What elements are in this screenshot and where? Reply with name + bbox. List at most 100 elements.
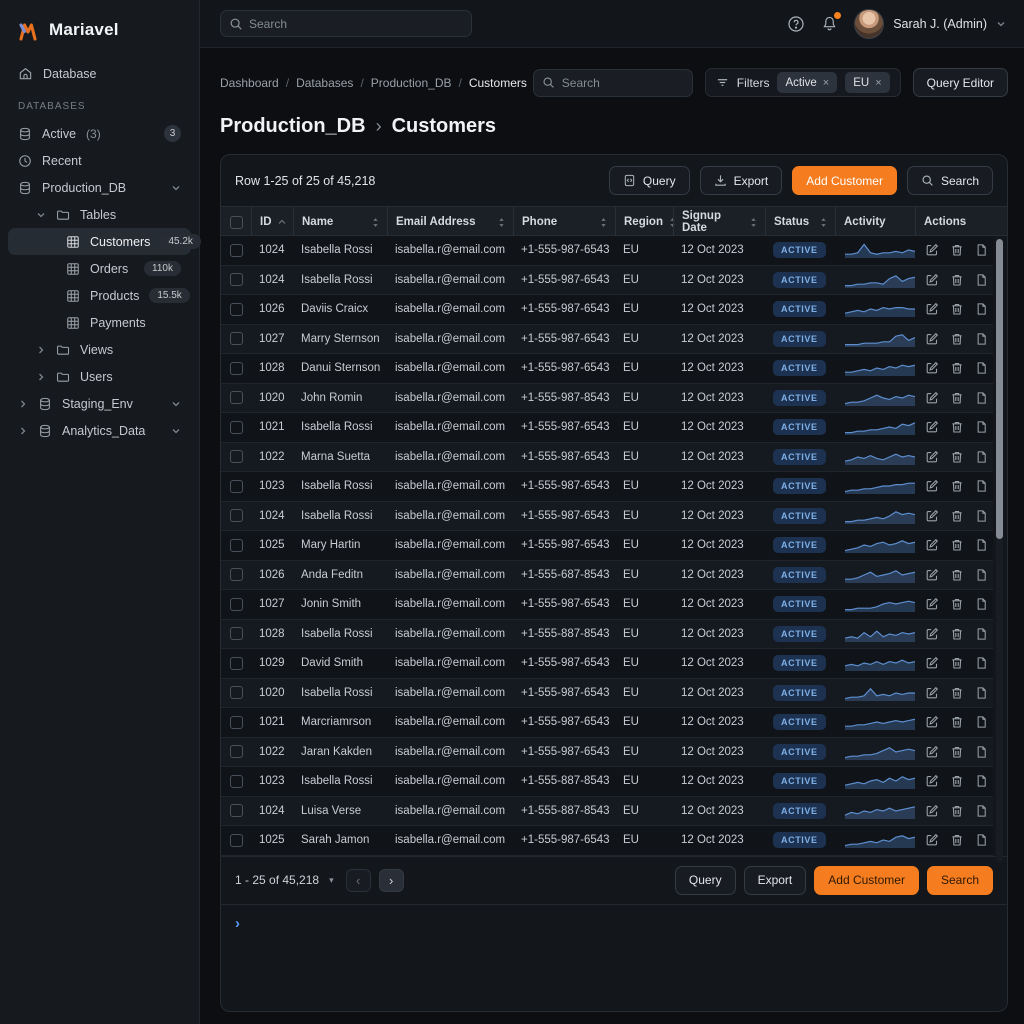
sidebar-item-recent[interactable]: Recent — [8, 147, 191, 174]
file-button[interactable] — [975, 538, 988, 552]
export-button[interactable]: Export — [700, 166, 783, 195]
column-header-id[interactable]: ID — [251, 207, 293, 237]
file-button[interactable] — [975, 420, 988, 434]
edit-button[interactable] — [925, 420, 939, 434]
sidebar-item-users[interactable]: Users — [8, 363, 191, 390]
delete-button[interactable] — [950, 568, 964, 582]
delete-button[interactable] — [950, 450, 964, 464]
filter-chip-active[interactable]: Active × — [777, 72, 837, 93]
file-button[interactable] — [975, 302, 988, 316]
file-button[interactable] — [975, 656, 988, 670]
edit-button[interactable] — [925, 686, 939, 700]
row-checkbox[interactable] — [230, 568, 243, 581]
edit-button[interactable] — [925, 391, 939, 405]
delete-button[interactable] — [950, 538, 964, 552]
row-checkbox[interactable] — [230, 598, 243, 611]
edit-button[interactable] — [925, 774, 939, 788]
delete-button[interactable] — [950, 745, 964, 759]
file-button[interactable] — [975, 273, 988, 287]
add-customer-button[interactable]: Add Customer — [792, 166, 897, 195]
chevron-down-icon[interactable] — [36, 210, 46, 220]
sort-both-icon[interactable] — [498, 217, 505, 228]
sidebar-item-database[interactable]: Database — [8, 60, 191, 87]
select-all-checkbox[interactable] — [230, 216, 243, 229]
row-checkbox[interactable] — [230, 450, 243, 463]
chevron-right-icon[interactable] — [18, 399, 28, 409]
delete-button[interactable] — [950, 627, 964, 641]
delete-button[interactable] — [950, 479, 964, 493]
edit-button[interactable] — [925, 568, 939, 582]
sort-both-icon[interactable] — [600, 217, 607, 228]
sidebar-item-production-db[interactable]: Production_DB — [8, 174, 191, 201]
export-button-bottom[interactable]: Export — [744, 866, 807, 895]
column-header-phone[interactable]: Phone — [513, 207, 615, 237]
next-page-button[interactable]: › — [379, 869, 404, 892]
query-button-bottom[interactable]: Query — [675, 866, 736, 895]
chevron-down-icon[interactable] — [171, 426, 181, 436]
row-checkbox[interactable] — [230, 745, 243, 758]
file-button[interactable] — [975, 361, 988, 375]
search-button-bottom[interactable]: Search — [927, 866, 993, 895]
file-button[interactable] — [975, 332, 988, 346]
edit-button[interactable] — [925, 597, 939, 611]
pagination-range[interactable]: 1 - 25 of 45,218 — [235, 873, 319, 887]
edit-button[interactable] — [925, 450, 939, 464]
column-header-name[interactable]: Name — [293, 207, 387, 237]
filters-group[interactable]: Filters Active × EU × — [705, 68, 901, 97]
delete-button[interactable] — [950, 243, 964, 257]
sort-both-icon[interactable] — [820, 217, 827, 228]
delete-button[interactable] — [950, 804, 964, 818]
edit-button[interactable] — [925, 804, 939, 818]
delete-button[interactable] — [950, 774, 964, 788]
file-button[interactable] — [975, 509, 988, 523]
file-button[interactable] — [975, 391, 988, 405]
delete-button[interactable] — [950, 302, 964, 316]
edit-button[interactable] — [925, 302, 939, 316]
delete-button[interactable] — [950, 833, 964, 847]
delete-button[interactable] — [950, 420, 964, 434]
file-button[interactable] — [975, 450, 988, 464]
delete-button[interactable] — [950, 391, 964, 405]
row-checkbox[interactable] — [230, 421, 243, 434]
edit-button[interactable] — [925, 745, 939, 759]
user-menu[interactable]: Sarah J. (Admin) — [854, 9, 1006, 39]
sidebar-item-active[interactable]: Active (3) 3 — [8, 120, 191, 147]
edit-button[interactable] — [925, 627, 939, 641]
file-button[interactable] — [975, 479, 988, 493]
delete-button[interactable] — [950, 597, 964, 611]
sidebar-item-customers[interactable]: Customers 45.2k — [8, 228, 191, 255]
expand-console-button[interactable]: › — [235, 915, 240, 932]
sidebar-item-tables[interactable]: Tables — [8, 201, 191, 228]
delete-button[interactable] — [950, 361, 964, 375]
row-checkbox[interactable] — [230, 686, 243, 699]
column-header-signup-date[interactable]: Signup Date — [673, 207, 765, 237]
file-button[interactable] — [975, 774, 988, 788]
filter-chip-eu[interactable]: EU × — [845, 72, 889, 93]
column-header-region[interactable]: Region — [615, 207, 673, 237]
row-checkbox[interactable] — [230, 362, 243, 375]
file-button[interactable] — [975, 686, 988, 700]
scrollbar-thumb[interactable] — [996, 239, 1003, 539]
sort-both-icon[interactable] — [372, 217, 379, 228]
row-checkbox[interactable] — [230, 509, 243, 522]
delete-button[interactable] — [950, 656, 964, 670]
breadcrumb-item[interactable]: Production_DB — [371, 76, 452, 90]
prev-page-button[interactable]: ‹ — [346, 869, 371, 892]
scrollbar-track[interactable] — [996, 239, 1003, 862]
row-checkbox[interactable] — [230, 657, 243, 670]
table-search-input[interactable] — [533, 69, 693, 97]
chevron-down-icon[interactable] — [171, 183, 181, 193]
sort-asc-icon[interactable] — [278, 219, 286, 225]
sidebar-item-payments[interactable]: Payments — [8, 309, 191, 336]
row-checkbox[interactable] — [230, 804, 243, 817]
edit-button[interactable] — [925, 833, 939, 847]
row-checkbox[interactable] — [230, 244, 243, 257]
delete-button[interactable] — [950, 273, 964, 287]
file-button[interactable] — [975, 597, 988, 611]
row-checkbox[interactable] — [230, 834, 243, 847]
delete-button[interactable] — [950, 715, 964, 729]
edit-button[interactable] — [925, 538, 939, 552]
row-checkbox[interactable] — [230, 480, 243, 493]
row-checkbox[interactable] — [230, 303, 243, 316]
edit-button[interactable] — [925, 361, 939, 375]
